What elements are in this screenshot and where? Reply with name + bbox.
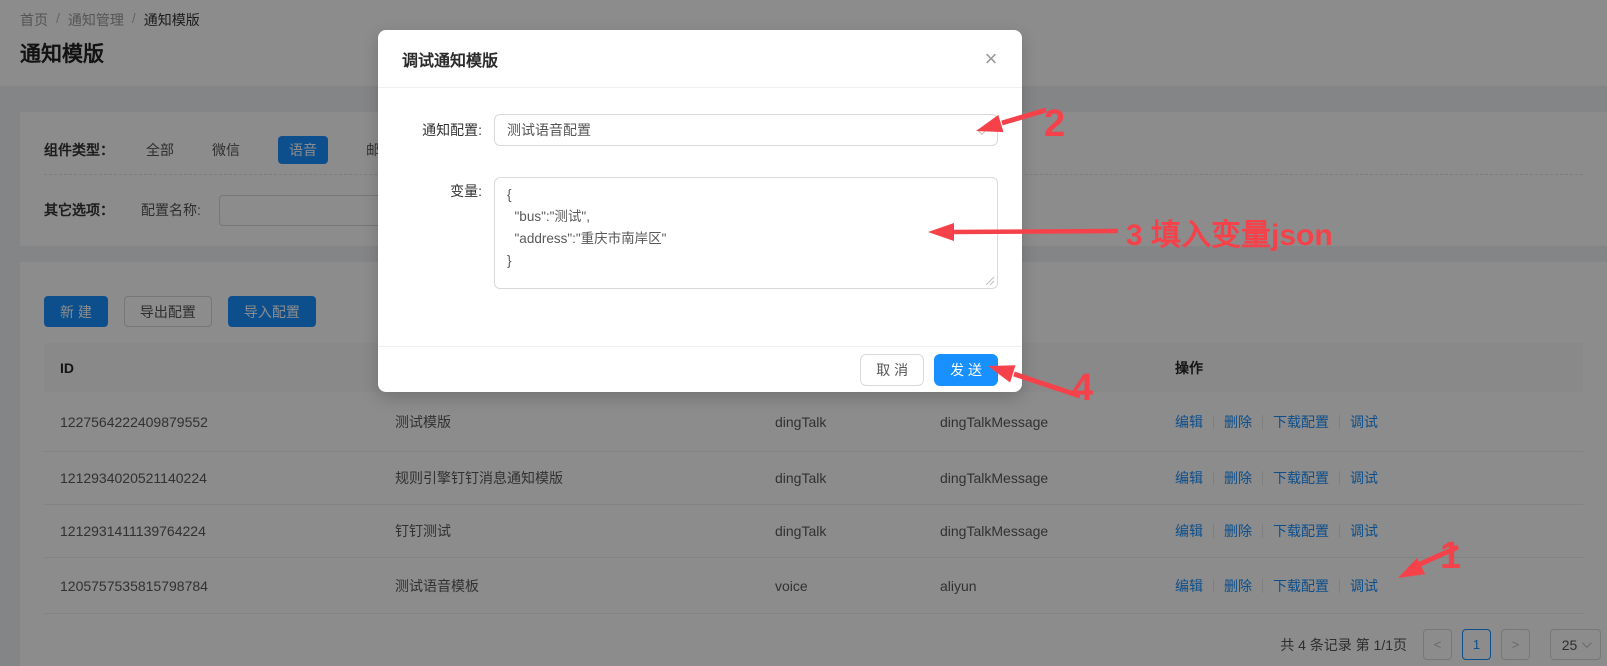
variables-textarea[interactable]: { "bus":"测试", "address":"重庆市南岸区" } bbox=[494, 177, 998, 289]
notify-config-value: 测试语音配置 bbox=[507, 120, 591, 140]
notify-config-select[interactable]: 测试语音配置 bbox=[494, 114, 998, 146]
variables-json: { "bus":"测试", "address":"重庆市南岸区" } bbox=[507, 184, 985, 272]
modal-title: 调试通知模版 bbox=[402, 47, 498, 71]
modal-body: 通知配置: 测试语音配置 变量: { "bus":"测试", "address"… bbox=[378, 88, 1022, 289]
modal-header: 调试通知模版 × bbox=[378, 30, 1022, 88]
debug-template-modal: 调试通知模版 × 通知配置: 测试语音配置 变量: { "bus":"测试", … bbox=[378, 30, 1022, 392]
variables-row: 变量: { "bus":"测试", "address":"重庆市南岸区" } bbox=[402, 177, 998, 289]
chevron-down-icon bbox=[977, 125, 987, 135]
close-icon[interactable]: × bbox=[976, 44, 1006, 74]
notify-config-row: 通知配置: 测试语音配置 bbox=[402, 114, 998, 146]
modal-footer: 取 消 发 送 bbox=[378, 346, 1022, 392]
cancel-button[interactable]: 取 消 bbox=[860, 354, 924, 386]
notify-config-label: 通知配置: bbox=[402, 114, 482, 146]
resize-handle-icon[interactable] bbox=[985, 276, 995, 286]
variables-label: 变量: bbox=[402, 177, 482, 289]
send-button[interactable]: 发 送 bbox=[934, 354, 998, 386]
